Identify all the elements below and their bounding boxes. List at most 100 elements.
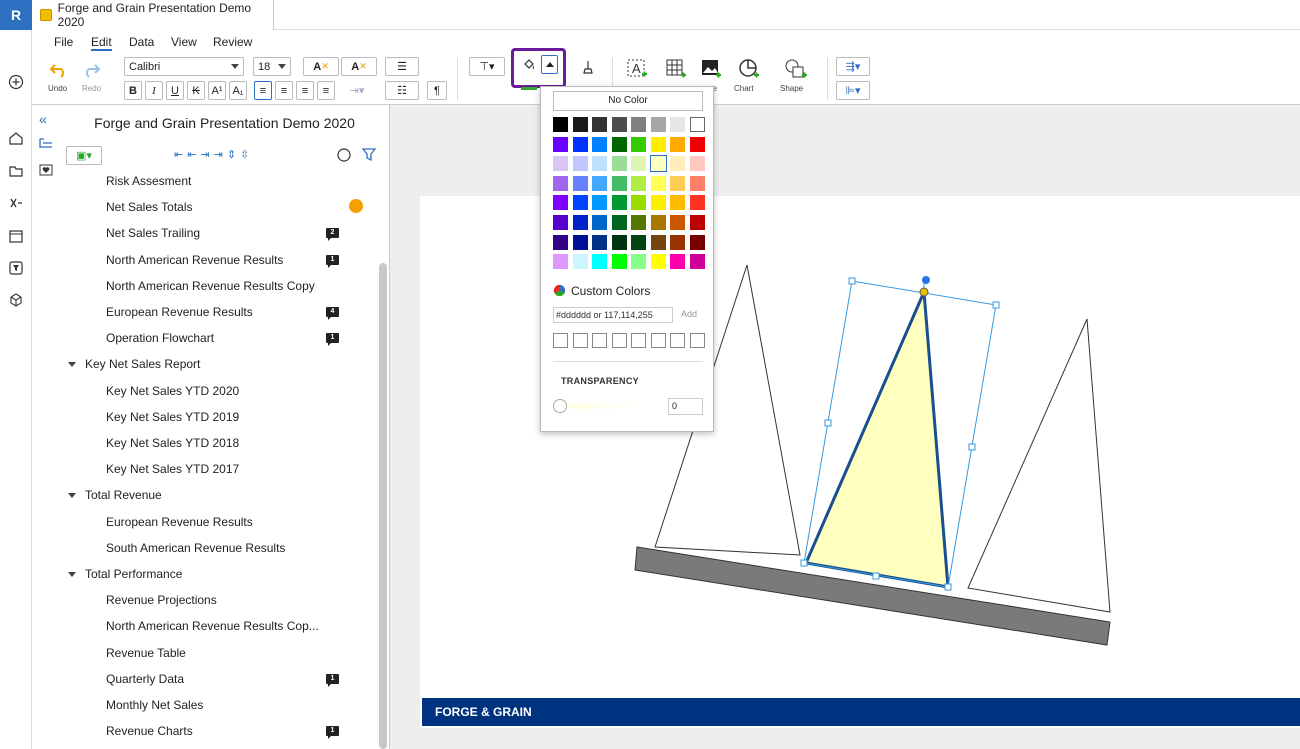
color-swatch[interactable] — [611, 254, 627, 270]
color-swatch[interactable] — [572, 195, 588, 211]
home-icon[interactable] — [8, 130, 24, 146]
color-swatch[interactable] — [592, 195, 607, 211]
color-swatch[interactable] — [611, 175, 627, 191]
fill-color-button[interactable] — [519, 55, 539, 74]
color-swatch[interactable] — [689, 254, 705, 270]
tree-item[interactable]: Key Net Sales YTD 2020 — [106, 384, 239, 398]
color-swatch[interactable] — [553, 175, 568, 191]
tree-item[interactable]: Key Net Sales YTD 2019 — [106, 410, 239, 424]
paragraph-button[interactable]: ¶ — [427, 81, 447, 100]
redo-icon[interactable] — [81, 62, 101, 78]
app-logo[interactable]: R — [0, 0, 32, 30]
color-swatch[interactable] — [689, 175, 705, 191]
color-swatch[interactable] — [689, 136, 705, 152]
tree-item[interactable]: North American Revenue Results — [106, 253, 283, 267]
numbered-list-button[interactable]: ☷ — [385, 81, 419, 100]
transparency-slider[interactable] — [555, 403, 643, 409]
color-swatch[interactable] — [670, 117, 685, 132]
filter-icon[interactable] — [362, 148, 376, 162]
color-swatch[interactable] — [611, 195, 627, 211]
color-swatch[interactable] — [689, 234, 705, 250]
tree-group[interactable]: Total Revenue — [85, 488, 162, 502]
color-swatch[interactable] — [650, 117, 666, 132]
comment-count-badge[interactable]: 2 — [326, 228, 339, 242]
text-box-icon[interactable]: A — [626, 58, 648, 80]
color-swatch[interactable] — [670, 195, 685, 211]
color-swatch[interactable] — [670, 234, 685, 250]
color-swatch[interactable] — [631, 136, 646, 152]
color-swatch[interactable] — [670, 215, 685, 230]
color-swatch[interactable] — [611, 136, 627, 152]
color-swatch[interactable] — [649, 155, 667, 173]
bullet-list-button[interactable]: ☰ — [385, 57, 419, 76]
color-swatch[interactable] — [650, 254, 666, 270]
italic-button[interactable]: I — [145, 81, 163, 100]
menu-view[interactable]: View — [171, 35, 197, 49]
color-swatch[interactable] — [650, 215, 666, 230]
comment-count-badge[interactable]: 1 — [326, 333, 339, 347]
folder-icon[interactable] — [8, 163, 24, 179]
align-center-button[interactable]: ≡ — [275, 81, 293, 100]
align-left-button[interactable]: ≡ — [254, 81, 272, 100]
document-tab[interactable]: Forge and Grain Presentation Demo 2020 — [32, 0, 274, 30]
custom-color-slot[interactable] — [650, 333, 666, 348]
tree-item[interactable]: Monthly Net Sales — [106, 698, 203, 712]
color-swatch[interactable] — [631, 195, 646, 211]
color-swatch[interactable] — [553, 215, 568, 230]
color-swatch[interactable] — [689, 215, 705, 230]
tree-item[interactable]: North American Revenue Results Cop... — [106, 619, 319, 633]
tree-item[interactable]: Revenue Projections — [106, 593, 217, 607]
undo-icon[interactable] — [49, 62, 69, 78]
tree-group[interactable]: Key Net Sales Report — [85, 357, 200, 371]
color-swatch[interactable] — [689, 117, 705, 132]
chevron-down-icon[interactable] — [68, 362, 76, 368]
panel-scrollbar[interactable] — [379, 263, 387, 749]
color-swatch[interactable] — [572, 136, 588, 152]
format-painter-icon[interactable] — [581, 59, 595, 75]
fill-color-dropdown[interactable] — [541, 55, 558, 74]
comment-count-badge[interactable]: 1 — [326, 726, 339, 740]
tree-item[interactable]: Net Sales Totals — [106, 200, 193, 214]
tree-group[interactable]: Total Performance — [85, 567, 182, 581]
chevron-down-icon[interactable] — [68, 572, 76, 577]
cube-icon[interactable] — [8, 292, 24, 308]
color-swatch[interactable] — [553, 156, 568, 172]
subscript-button[interactable]: A₁ — [229, 81, 247, 100]
shape-label[interactable]: Shape — [780, 84, 803, 93]
color-swatch[interactable] — [670, 156, 685, 172]
add-page-button[interactable]: ▣▾ — [66, 146, 102, 165]
color-swatch[interactable] — [553, 117, 568, 132]
tree-item[interactable]: South American Revenue Results — [106, 541, 285, 555]
custom-color-slot[interactable] — [689, 333, 705, 348]
add-icon[interactable] — [8, 74, 24, 90]
color-swatch[interactable] — [670, 136, 685, 152]
clear-format-button[interactable]: A ✕ — [303, 57, 339, 76]
tree-item[interactable]: Key Net Sales YTD 2017 — [106, 462, 239, 476]
underline-button[interactable]: U — [166, 81, 184, 100]
color-swatch[interactable] — [631, 117, 646, 132]
calendar-icon[interactable] — [8, 228, 24, 244]
comment-count-badge[interactable]: 1 — [326, 254, 339, 268]
formula-icon[interactable] — [8, 195, 24, 211]
custom-color-slot[interactable] — [670, 333, 685, 348]
color-swatch[interactable] — [611, 215, 627, 230]
color-swatch[interactable] — [689, 195, 705, 211]
color-swatch[interactable] — [572, 156, 588, 172]
tree-item[interactable]: Revenue Table — [106, 646, 186, 660]
tree-item[interactable]: Key Net Sales YTD 2018 — [106, 436, 239, 450]
menu-data[interactable]: Data — [129, 35, 154, 49]
chart-icon[interactable] — [738, 58, 760, 80]
bold-button[interactable]: B — [124, 81, 142, 100]
menu-review[interactable]: Review — [213, 35, 252, 49]
comment-count-badge[interactable]: 4 — [326, 307, 339, 320]
color-swatch[interactable] — [592, 136, 607, 152]
align-objects-button[interactable]: ⊫▾ — [836, 81, 870, 100]
tree-item[interactable]: Net Sales Trailing — [106, 226, 200, 240]
color-swatch[interactable] — [631, 215, 646, 230]
color-swatch[interactable] — [631, 175, 646, 191]
color-swatch[interactable] — [592, 215, 607, 230]
color-swatch[interactable] — [572, 215, 588, 230]
custom-color-slot[interactable] — [553, 333, 568, 348]
text-color-button[interactable]: A ✕ — [341, 57, 377, 76]
align-right-button[interactable]: ≡ — [296, 81, 314, 100]
